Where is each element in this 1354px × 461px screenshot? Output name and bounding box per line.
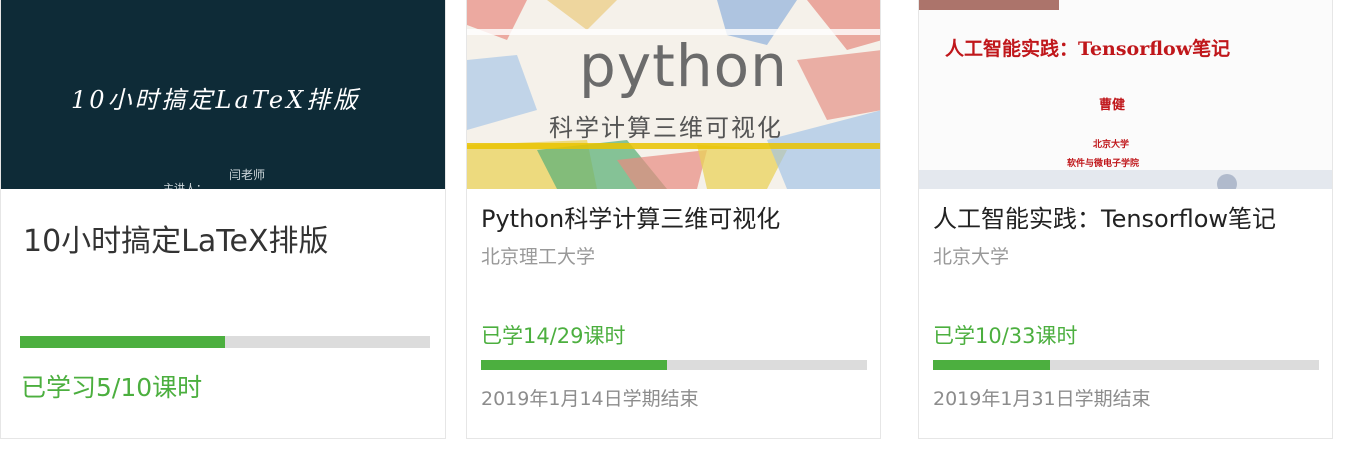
thumbnail-department: 软件与微电子学院 xyxy=(1067,159,1140,169)
course-card-tensorflow[interactable]: 人工智能实践：Tensorflow笔记 曹健 北京大学 软件与微电子学院 人工智… xyxy=(918,0,1333,439)
progress-bar-fill xyxy=(933,360,1050,370)
term-end-date: 2019年1月31日学期结束 xyxy=(933,388,1151,410)
school-name[interactable]: 北京大学 xyxy=(933,242,1009,269)
progress-bar xyxy=(933,360,1319,370)
thumbnail-title: 人工智能实践：Tensorflow笔记 xyxy=(945,38,1231,60)
thumbnail-subtitle: 科学计算三维可视化 xyxy=(549,114,783,142)
progress-bar-fill xyxy=(20,336,225,348)
progress-bar xyxy=(20,336,430,348)
course-card-latex[interactable]: 10小时搞定LaTeX排版 闫老师 主讲人： ... 10小时搞定LaTeX排版… xyxy=(0,0,446,439)
school-name[interactable]: 北京理工大学 xyxy=(481,242,595,269)
learned-lessons: 已学14/29课时 xyxy=(481,324,626,348)
course-thumbnail[interactable]: 10小时搞定LaTeX排版 闫老师 主讲人： ... xyxy=(1,0,445,189)
course-card-python[interactable]: python 科学计算三维可视化 Python科学计算三维可视化 北京理工大学 … xyxy=(466,0,881,439)
course-title[interactable]: 人工智能实践：Tensorflow笔记 xyxy=(933,199,1276,234)
course-title[interactable]: 10小时搞定LaTeX排版 xyxy=(23,216,329,260)
thumbnail-subtitle: 主讲人： ... xyxy=(163,182,221,189)
thumbnail-teacher: 闫老师 xyxy=(229,168,266,182)
course-title[interactable]: Python科学计算三维可视化 xyxy=(481,199,780,234)
progress-bar xyxy=(481,360,867,370)
progress-bar-fill xyxy=(481,360,668,370)
learned-lessons: 已学习5/10课时 xyxy=(21,373,203,402)
term-end-date: 2019年1月14日学期结束 xyxy=(481,388,699,410)
thumbnail-university: 北京大学 xyxy=(1093,140,1130,150)
course-thumbnail[interactable]: 人工智能实践：Tensorflow笔记 曹健 北京大学 软件与微电子学院 xyxy=(919,0,1332,189)
thumbnail-title: 10小时搞定LaTeX排版 xyxy=(71,86,361,114)
course-thumbnail[interactable]: python 科学计算三维可视化 xyxy=(467,0,880,189)
thumbnail-title: python xyxy=(579,32,788,100)
thumbnail-author: 曹健 xyxy=(1099,98,1126,113)
learned-lessons: 已学10/33课时 xyxy=(933,324,1078,348)
